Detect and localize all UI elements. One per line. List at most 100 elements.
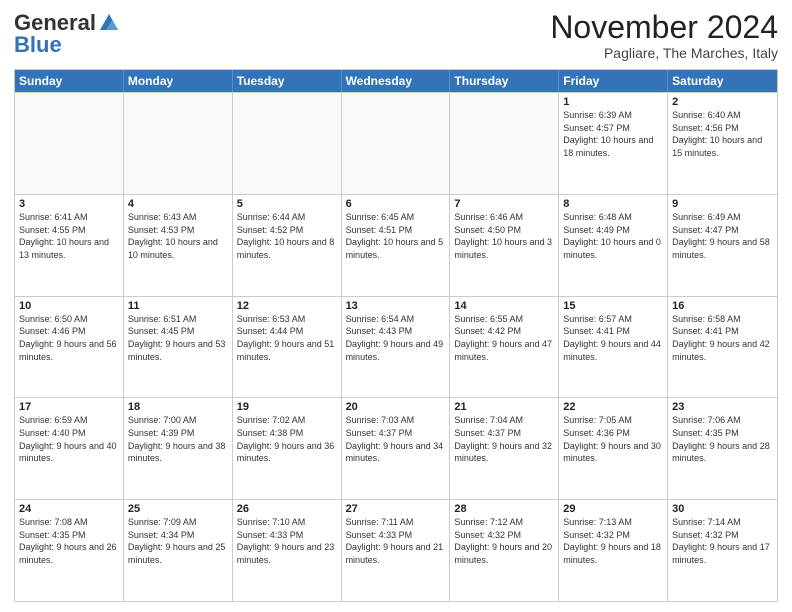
calendar-cell: 4Sunrise: 6:43 AM Sunset: 4:53 PM Daylig… [124,195,233,296]
calendar-header-cell: Thursday [450,70,559,92]
day-info: Sunrise: 7:02 AM Sunset: 4:38 PM Dayligh… [237,414,337,464]
day-number: 27 [346,503,446,515]
day-number: 7 [454,198,554,210]
day-info: Sunrise: 6:41 AM Sunset: 4:55 PM Dayligh… [19,211,119,261]
day-info: Sunrise: 6:45 AM Sunset: 4:51 PM Dayligh… [346,211,446,261]
day-number: 17 [19,401,119,413]
calendar-cell: 15Sunrise: 6:57 AM Sunset: 4:41 PM Dayli… [559,297,668,398]
calendar-cell: 10Sunrise: 6:50 AM Sunset: 4:46 PM Dayli… [15,297,124,398]
logo-icon [98,12,120,34]
calendar-cell [15,93,124,194]
day-info: Sunrise: 6:54 AM Sunset: 4:43 PM Dayligh… [346,313,446,363]
day-number: 3 [19,198,119,210]
calendar-header-cell: Tuesday [233,70,342,92]
day-number: 13 [346,300,446,312]
day-number: 2 [672,96,773,108]
day-number: 12 [237,300,337,312]
calendar-cell: 25Sunrise: 7:09 AM Sunset: 4:34 PM Dayli… [124,500,233,601]
day-number: 20 [346,401,446,413]
logo: General Blue [14,10,120,58]
calendar-row: 17Sunrise: 6:59 AM Sunset: 4:40 PM Dayli… [15,397,777,499]
calendar-header-cell: Friday [559,70,668,92]
day-info: Sunrise: 7:14 AM Sunset: 4:32 PM Dayligh… [672,516,773,566]
calendar-cell: 26Sunrise: 7:10 AM Sunset: 4:33 PM Dayli… [233,500,342,601]
day-info: Sunrise: 7:00 AM Sunset: 4:39 PM Dayligh… [128,414,228,464]
calendar-cell: 28Sunrise: 7:12 AM Sunset: 4:32 PM Dayli… [450,500,559,601]
calendar-cell: 1Sunrise: 6:39 AM Sunset: 4:57 PM Daylig… [559,93,668,194]
calendar-cell: 29Sunrise: 7:13 AM Sunset: 4:32 PM Dayli… [559,500,668,601]
calendar-cell: 14Sunrise: 6:55 AM Sunset: 4:42 PM Dayli… [450,297,559,398]
day-number: 23 [672,401,773,413]
calendar-row: 24Sunrise: 7:08 AM Sunset: 4:35 PM Dayli… [15,499,777,601]
calendar-cell: 7Sunrise: 6:46 AM Sunset: 4:50 PM Daylig… [450,195,559,296]
day-number: 14 [454,300,554,312]
day-info: Sunrise: 7:12 AM Sunset: 4:32 PM Dayligh… [454,516,554,566]
day-number: 16 [672,300,773,312]
day-info: Sunrise: 7:09 AM Sunset: 4:34 PM Dayligh… [128,516,228,566]
calendar-cell: 30Sunrise: 7:14 AM Sunset: 4:32 PM Dayli… [668,500,777,601]
calendar-cell: 3Sunrise: 6:41 AM Sunset: 4:55 PM Daylig… [15,195,124,296]
month-title: November 2024 [550,10,778,45]
day-number: 6 [346,198,446,210]
day-info: Sunrise: 6:51 AM Sunset: 4:45 PM Dayligh… [128,313,228,363]
calendar-header: SundayMondayTuesdayWednesdayThursdayFrid… [15,70,777,92]
calendar-cell: 23Sunrise: 7:06 AM Sunset: 4:35 PM Dayli… [668,398,777,499]
day-number: 25 [128,503,228,515]
day-number: 24 [19,503,119,515]
day-info: Sunrise: 6:44 AM Sunset: 4:52 PM Dayligh… [237,211,337,261]
day-number: 19 [237,401,337,413]
calendar-cell: 9Sunrise: 6:49 AM Sunset: 4:47 PM Daylig… [668,195,777,296]
day-number: 18 [128,401,228,413]
calendar-cell: 16Sunrise: 6:58 AM Sunset: 4:41 PM Dayli… [668,297,777,398]
day-info: Sunrise: 7:10 AM Sunset: 4:33 PM Dayligh… [237,516,337,566]
day-number: 8 [563,198,663,210]
day-info: Sunrise: 7:13 AM Sunset: 4:32 PM Dayligh… [563,516,663,566]
day-info: Sunrise: 6:49 AM Sunset: 4:47 PM Dayligh… [672,211,773,261]
day-info: Sunrise: 6:46 AM Sunset: 4:50 PM Dayligh… [454,211,554,261]
day-number: 15 [563,300,663,312]
day-number: 29 [563,503,663,515]
calendar-cell: 27Sunrise: 7:11 AM Sunset: 4:33 PM Dayli… [342,500,451,601]
day-number: 4 [128,198,228,210]
calendar-header-cell: Saturday [668,70,777,92]
day-info: Sunrise: 7:05 AM Sunset: 4:36 PM Dayligh… [563,414,663,464]
calendar-row: 1Sunrise: 6:39 AM Sunset: 4:57 PM Daylig… [15,92,777,194]
day-info: Sunrise: 7:08 AM Sunset: 4:35 PM Dayligh… [19,516,119,566]
calendar-cell [233,93,342,194]
day-info: Sunrise: 7:04 AM Sunset: 4:37 PM Dayligh… [454,414,554,464]
calendar-cell: 22Sunrise: 7:05 AM Sunset: 4:36 PM Dayli… [559,398,668,499]
day-number: 28 [454,503,554,515]
day-number: 11 [128,300,228,312]
day-info: Sunrise: 6:40 AM Sunset: 4:56 PM Dayligh… [672,109,773,159]
day-info: Sunrise: 6:59 AM Sunset: 4:40 PM Dayligh… [19,414,119,464]
day-info: Sunrise: 6:55 AM Sunset: 4:42 PM Dayligh… [454,313,554,363]
day-number: 1 [563,96,663,108]
calendar-body: 1Sunrise: 6:39 AM Sunset: 4:57 PM Daylig… [15,92,777,601]
calendar-row: 10Sunrise: 6:50 AM Sunset: 4:46 PM Dayli… [15,296,777,398]
calendar-cell: 19Sunrise: 7:02 AM Sunset: 4:38 PM Dayli… [233,398,342,499]
calendar-header-cell: Monday [124,70,233,92]
day-info: Sunrise: 6:50 AM Sunset: 4:46 PM Dayligh… [19,313,119,363]
calendar-cell: 5Sunrise: 6:44 AM Sunset: 4:52 PM Daylig… [233,195,342,296]
day-info: Sunrise: 6:53 AM Sunset: 4:44 PM Dayligh… [237,313,337,363]
day-number: 5 [237,198,337,210]
calendar-cell: 13Sunrise: 6:54 AM Sunset: 4:43 PM Dayli… [342,297,451,398]
day-info: Sunrise: 6:39 AM Sunset: 4:57 PM Dayligh… [563,109,663,159]
day-info: Sunrise: 6:58 AM Sunset: 4:41 PM Dayligh… [672,313,773,363]
calendar-header-cell: Wednesday [342,70,451,92]
calendar-cell: 18Sunrise: 7:00 AM Sunset: 4:39 PM Dayli… [124,398,233,499]
title-block: November 2024 Pagliare, The Marches, Ita… [550,10,778,61]
day-info: Sunrise: 6:57 AM Sunset: 4:41 PM Dayligh… [563,313,663,363]
day-number: 26 [237,503,337,515]
day-number: 21 [454,401,554,413]
day-number: 22 [563,401,663,413]
day-number: 10 [19,300,119,312]
calendar-cell [124,93,233,194]
calendar-cell: 21Sunrise: 7:04 AM Sunset: 4:37 PM Dayli… [450,398,559,499]
calendar-row: 3Sunrise: 6:41 AM Sunset: 4:55 PM Daylig… [15,194,777,296]
calendar-cell [342,93,451,194]
calendar-cell: 2Sunrise: 6:40 AM Sunset: 4:56 PM Daylig… [668,93,777,194]
calendar-cell: 6Sunrise: 6:45 AM Sunset: 4:51 PM Daylig… [342,195,451,296]
day-info: Sunrise: 7:11 AM Sunset: 4:33 PM Dayligh… [346,516,446,566]
calendar: SundayMondayTuesdayWednesdayThursdayFrid… [14,69,778,602]
